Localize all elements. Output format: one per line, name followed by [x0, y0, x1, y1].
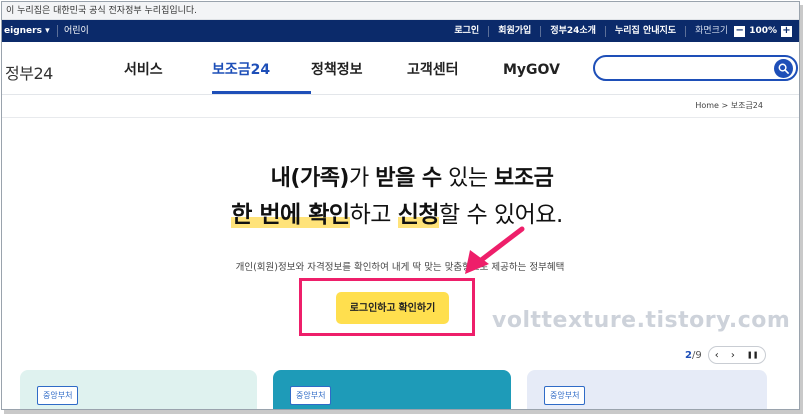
zoom-in-button[interactable]: + [781, 25, 792, 37]
nav-policy-info[interactable]: 정책정보 [311, 42, 407, 94]
language-select[interactable]: eigners ▾ [4, 20, 50, 42]
benefit-card[interactable]: 중앙부처 [273, 370, 511, 409]
category-badge: 중앙부처 [37, 386, 79, 405]
zoom-out-button[interactable]: − [734, 25, 746, 37]
search-icon [778, 63, 789, 74]
zoom-label: 화면크기 [695, 26, 729, 36]
hero-text: 가 [349, 166, 376, 191]
hero-text: 있는 [441, 166, 495, 191]
main-nav: 서비스 보조금24 정책정보 고객센터 MyGOV [124, 42, 573, 94]
zoom-control: 화면크기 − 100% + [685, 25, 792, 37]
nav-mygov[interactable]: MyGOV [503, 42, 573, 94]
hero-title-line1: 내(가족)가 받을 수 있는 보조금 [2, 160, 799, 192]
pager-total: 9 [695, 349, 702, 361]
gov-official-banner: 이 누리집은 대한민국 공식 전자정부 누리집입니다. [2, 2, 799, 20]
nav-subsidy24[interactable]: 보조금24 [212, 42, 311, 94]
hero-text: 보조금 [494, 166, 554, 191]
pager-current: 2 [685, 349, 692, 361]
card-pager: 2 / 9 ‹ › ❚❚ [685, 346, 766, 364]
benefit-card[interactable]: 중앙부처 [527, 370, 767, 409]
nav-customer-center[interactable]: 고객센터 [407, 42, 503, 94]
search-button[interactable] [774, 59, 793, 78]
hero-text: 할 수 있어요. [439, 202, 563, 228]
about-link[interactable]: 정부24소개 [540, 25, 605, 37]
login-and-check-button[interactable]: 로그인하고 확인하기 [336, 292, 449, 324]
search-input[interactable] [593, 55, 798, 81]
prev-icon[interactable]: ‹ [715, 350, 719, 361]
sitemap-link[interactable]: 누리집 안내지도 [604, 25, 685, 37]
browser-viewport: 이 누리집은 대한민국 공식 전자정부 누리집입니다. eigners ▾ 어린… [1, 1, 800, 410]
category-badge: 중앙부처 [290, 386, 332, 405]
breadcrumb-bar: Home > 보조금24 [2, 95, 799, 118]
utility-bar: eigners ▾ 어린이 로그인 회원가입 정부24소개 누리집 안내지도 화… [2, 20, 799, 42]
login-link[interactable]: 로그인 [445, 26, 488, 37]
utility-links: 로그인 회원가입 정부24소개 누리집 안내지도 화면크기 − 100% + [445, 20, 792, 42]
hero-text: 받을 수 [375, 166, 442, 191]
hero-text: 내(가족) [270, 166, 350, 191]
gov-banner-text: 이 누리집은 대한민국 공식 전자정부 누리집입니다. [6, 6, 198, 16]
benefit-card[interactable]: 중앙부처 [20, 370, 257, 409]
watermark-text: volttexture.tistory.com [492, 308, 791, 333]
next-icon[interactable]: › [731, 350, 735, 361]
breadcrumb: Home > 보조금24 [695, 101, 763, 110]
hero-highlight: 신청 [397, 202, 440, 228]
hero-description: 개인(회원)정보와 자격정보를 확인하여 내게 딱 맞는 맞춤형으로 제공하는 … [235, 262, 565, 273]
kids-link[interactable]: 어린이 [57, 25, 89, 37]
zoom-value: 100% [749, 26, 777, 36]
site-logo[interactable]: 정부24 [5, 60, 53, 84]
signup-link[interactable]: 회원가입 [488, 25, 540, 37]
hero-text: 하고 [349, 202, 398, 228]
main-header: 정부24 서비스 보조금24 정책정보 고객센터 MyGOV [2, 42, 799, 95]
pager-controls: ‹ › ❚❚ [707, 346, 766, 364]
nav-services[interactable]: 서비스 [124, 42, 212, 94]
category-badge: 중앙부처 [544, 386, 586, 405]
hero-highlight: 한 번에 확인 [231, 202, 350, 228]
hero-title-line2: 한 번에 확인하고 신청할 수 있어요. [2, 195, 792, 229]
pause-icon[interactable]: ❚❚ [747, 351, 759, 359]
